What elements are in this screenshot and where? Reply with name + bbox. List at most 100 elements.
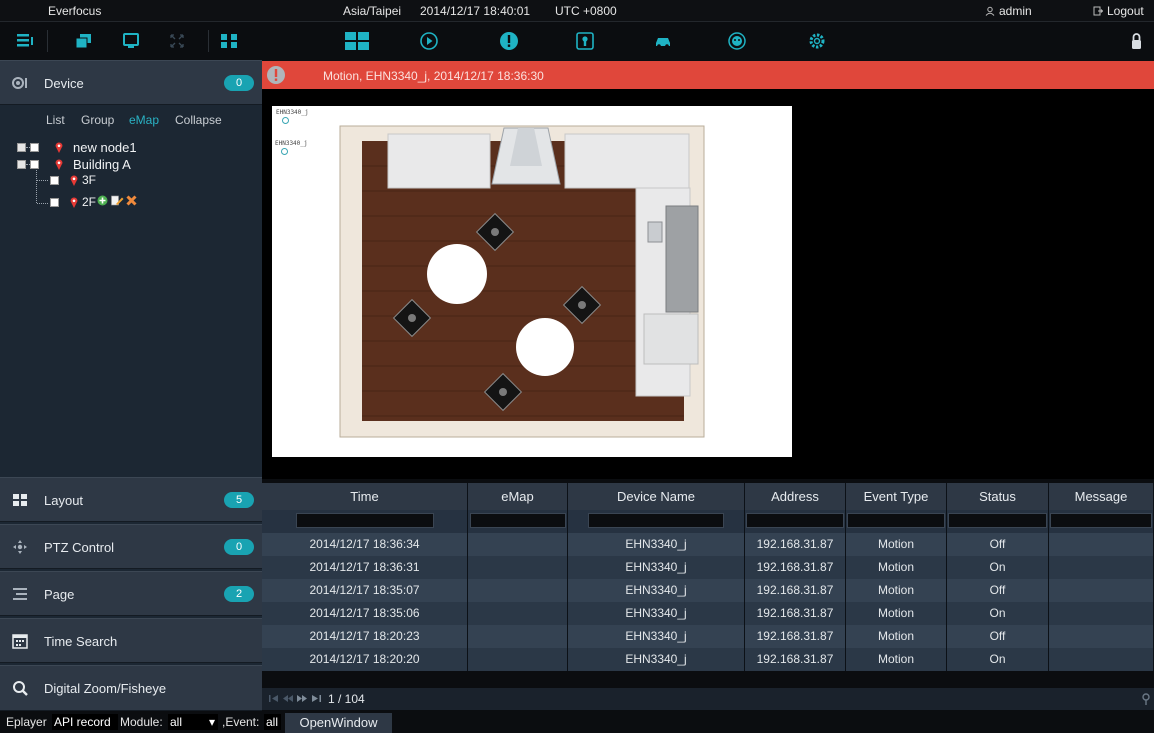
cell-address: 192.168.31.87 [745,533,846,556]
api-record-select[interactable]: API record [52,714,118,730]
device-view-tabs: List Group eMap Collapse [0,108,262,132]
event-label: ,Event: [222,715,260,729]
camera-marker[interactable]: EHN3340_j [275,140,308,155]
camera-marker[interactable]: EHN3340_j [276,109,309,124]
cell-emap [468,556,568,579]
emap-view: EHN3340_j EHN3340_j [262,89,1154,479]
tab-emap[interactable]: eMap [129,113,159,127]
pin-icon[interactable] [1141,693,1151,705]
cell-device-name: EHN3340_j [568,648,745,671]
event-log-icon[interactable] [574,31,596,51]
split-layout-icon[interactable] [218,31,240,51]
emap-filter-input[interactable] [469,513,566,528]
table-row[interactable]: 2014/12/17 18:20:20 EHN3340_j 192.168.31.8… [262,648,1154,671]
tab-collapse[interactable]: Collapse [175,113,222,127]
table-row[interactable]: 2014/12/17 18:36:31 EHN3340_j 192.168.31.8… [262,556,1154,579]
map-pin-icon [55,159,63,170]
logout-button[interactable]: Logout [1093,4,1144,18]
alarm-icon[interactable] [498,31,520,51]
device-count-badge: 0 [224,75,254,91]
device-panel-header[interactable]: Device 0 [0,60,262,105]
cell-time: 2014/12/17 18:20:23 [262,625,468,648]
prev-page-icon[interactable] [282,693,294,704]
table-row[interactable]: 2014/12/17 18:35:06 EHN3340_j 192.168.31.8… [262,602,1154,625]
cell-address: 192.168.31.87 [745,625,846,648]
module-label: Module: [120,715,163,729]
cell-event-type: Motion [846,648,947,671]
node-checkbox[interactable] [50,176,59,185]
page-indicator: 1 / 104 [328,692,365,706]
alarm-icon [267,66,285,84]
cell-device-name: EHN3340_j [568,533,745,556]
ptz-panel-header[interactable]: PTZ Control 0 [0,524,262,569]
face-icon[interactable] [726,31,748,51]
car-lpr-icon[interactable] [652,31,674,51]
eplayer-label: Eplayer [6,715,47,729]
address-filter-input[interactable] [746,513,844,528]
collapse-toggle[interactable] [17,160,26,169]
col-emap[interactable]: eMap [468,483,568,510]
alarm-banner[interactable]: Motion, EHN3340_j, 2014/12/17 18:36:30 [262,61,1154,89]
cell-message [1049,579,1154,602]
magnifier-icon [13,681,28,696]
first-page-icon[interactable] [268,693,280,704]
live-grid-icon[interactable] [342,31,372,51]
time-search-panel-header[interactable]: Time Search [0,618,262,663]
page-panel-header[interactable]: Page 2 [0,571,262,616]
col-status[interactable]: Status [947,483,1049,510]
table-row[interactable]: 2014/12/17 18:36:34 EHN3340_j 192.168.31.8… [262,533,1154,556]
cell-time: 2014/12/17 18:36:31 [262,556,468,579]
module-select[interactable]: all ▾ [168,714,218,730]
fullscreen-icon[interactable] [166,31,188,51]
ptz-panel-label: PTZ Control [44,540,115,555]
floor-plan-image [339,125,705,438]
settings-icon[interactable] [806,31,828,51]
col-message[interactable]: Message [1049,483,1154,510]
calendar-icon [12,634,28,649]
logout-label: Logout [1107,4,1144,18]
node-checkbox[interactable] [30,160,39,169]
filter-row [262,510,1154,533]
cell-time: 2014/12/17 18:20:20 [262,648,468,671]
open-window-button[interactable]: OpenWindow [285,713,392,733]
col-address[interactable]: Address [745,483,846,510]
delete-icon[interactable] [126,195,137,206]
cell-device-name: EHN3340_j [568,579,745,602]
col-event-type[interactable]: Event Type [846,483,947,510]
list-view-icon[interactable] [14,31,36,51]
device-filter-input[interactable] [588,513,724,528]
table-row[interactable]: 2014/12/17 18:35:07 EHN3340_j 192.168.31.8… [262,579,1154,602]
expand-toggle[interactable] [17,143,26,152]
node-checkbox[interactable] [30,143,39,152]
tree-node-label: Building A [73,157,131,172]
cell-device-name: EHN3340_j [568,602,745,625]
floor-plan-map[interactable]: EHN3340_j EHN3340_j [272,106,792,457]
playback-icon[interactable] [418,31,440,51]
table-row[interactable]: 2014/12/17 18:20:23 EHN3340_j 192.168.31.8… [262,625,1154,648]
user-name: admin [999,4,1032,18]
last-page-icon[interactable] [310,693,322,704]
col-time[interactable]: Time [262,483,468,510]
time-filter-input[interactable] [295,513,434,528]
layout-panel-label: Layout [44,493,84,508]
monitor-icon[interactable] [120,31,142,51]
edit-icon[interactable] [111,195,124,206]
layout-panel-header[interactable]: Layout 5 [0,477,262,522]
next-page-icon[interactable] [296,693,308,704]
message-filter-input[interactable] [1050,513,1152,528]
add-icon[interactable] [97,195,108,206]
col-device-name[interactable]: Device Name [568,483,745,510]
event-select[interactable]: all [264,714,281,730]
node-checkbox[interactable] [50,198,59,207]
event-type-filter-input[interactable] [847,513,945,528]
digital-zoom-panel-header[interactable]: Digital Zoom/Fisheye [0,665,262,711]
alarm-message: Motion, EHN3340_j, 2014/12/17 18:36:30 [323,69,544,83]
tab-group[interactable]: Group [81,113,114,127]
page-count-badge: 2 [224,586,254,602]
current-user[interactable]: admin [985,4,1032,18]
window-icon[interactable] [73,31,95,51]
status-filter-input[interactable] [948,513,1047,528]
tab-list[interactable]: List [46,113,65,127]
cell-emap [468,625,568,648]
lock-icon[interactable] [1125,31,1147,51]
